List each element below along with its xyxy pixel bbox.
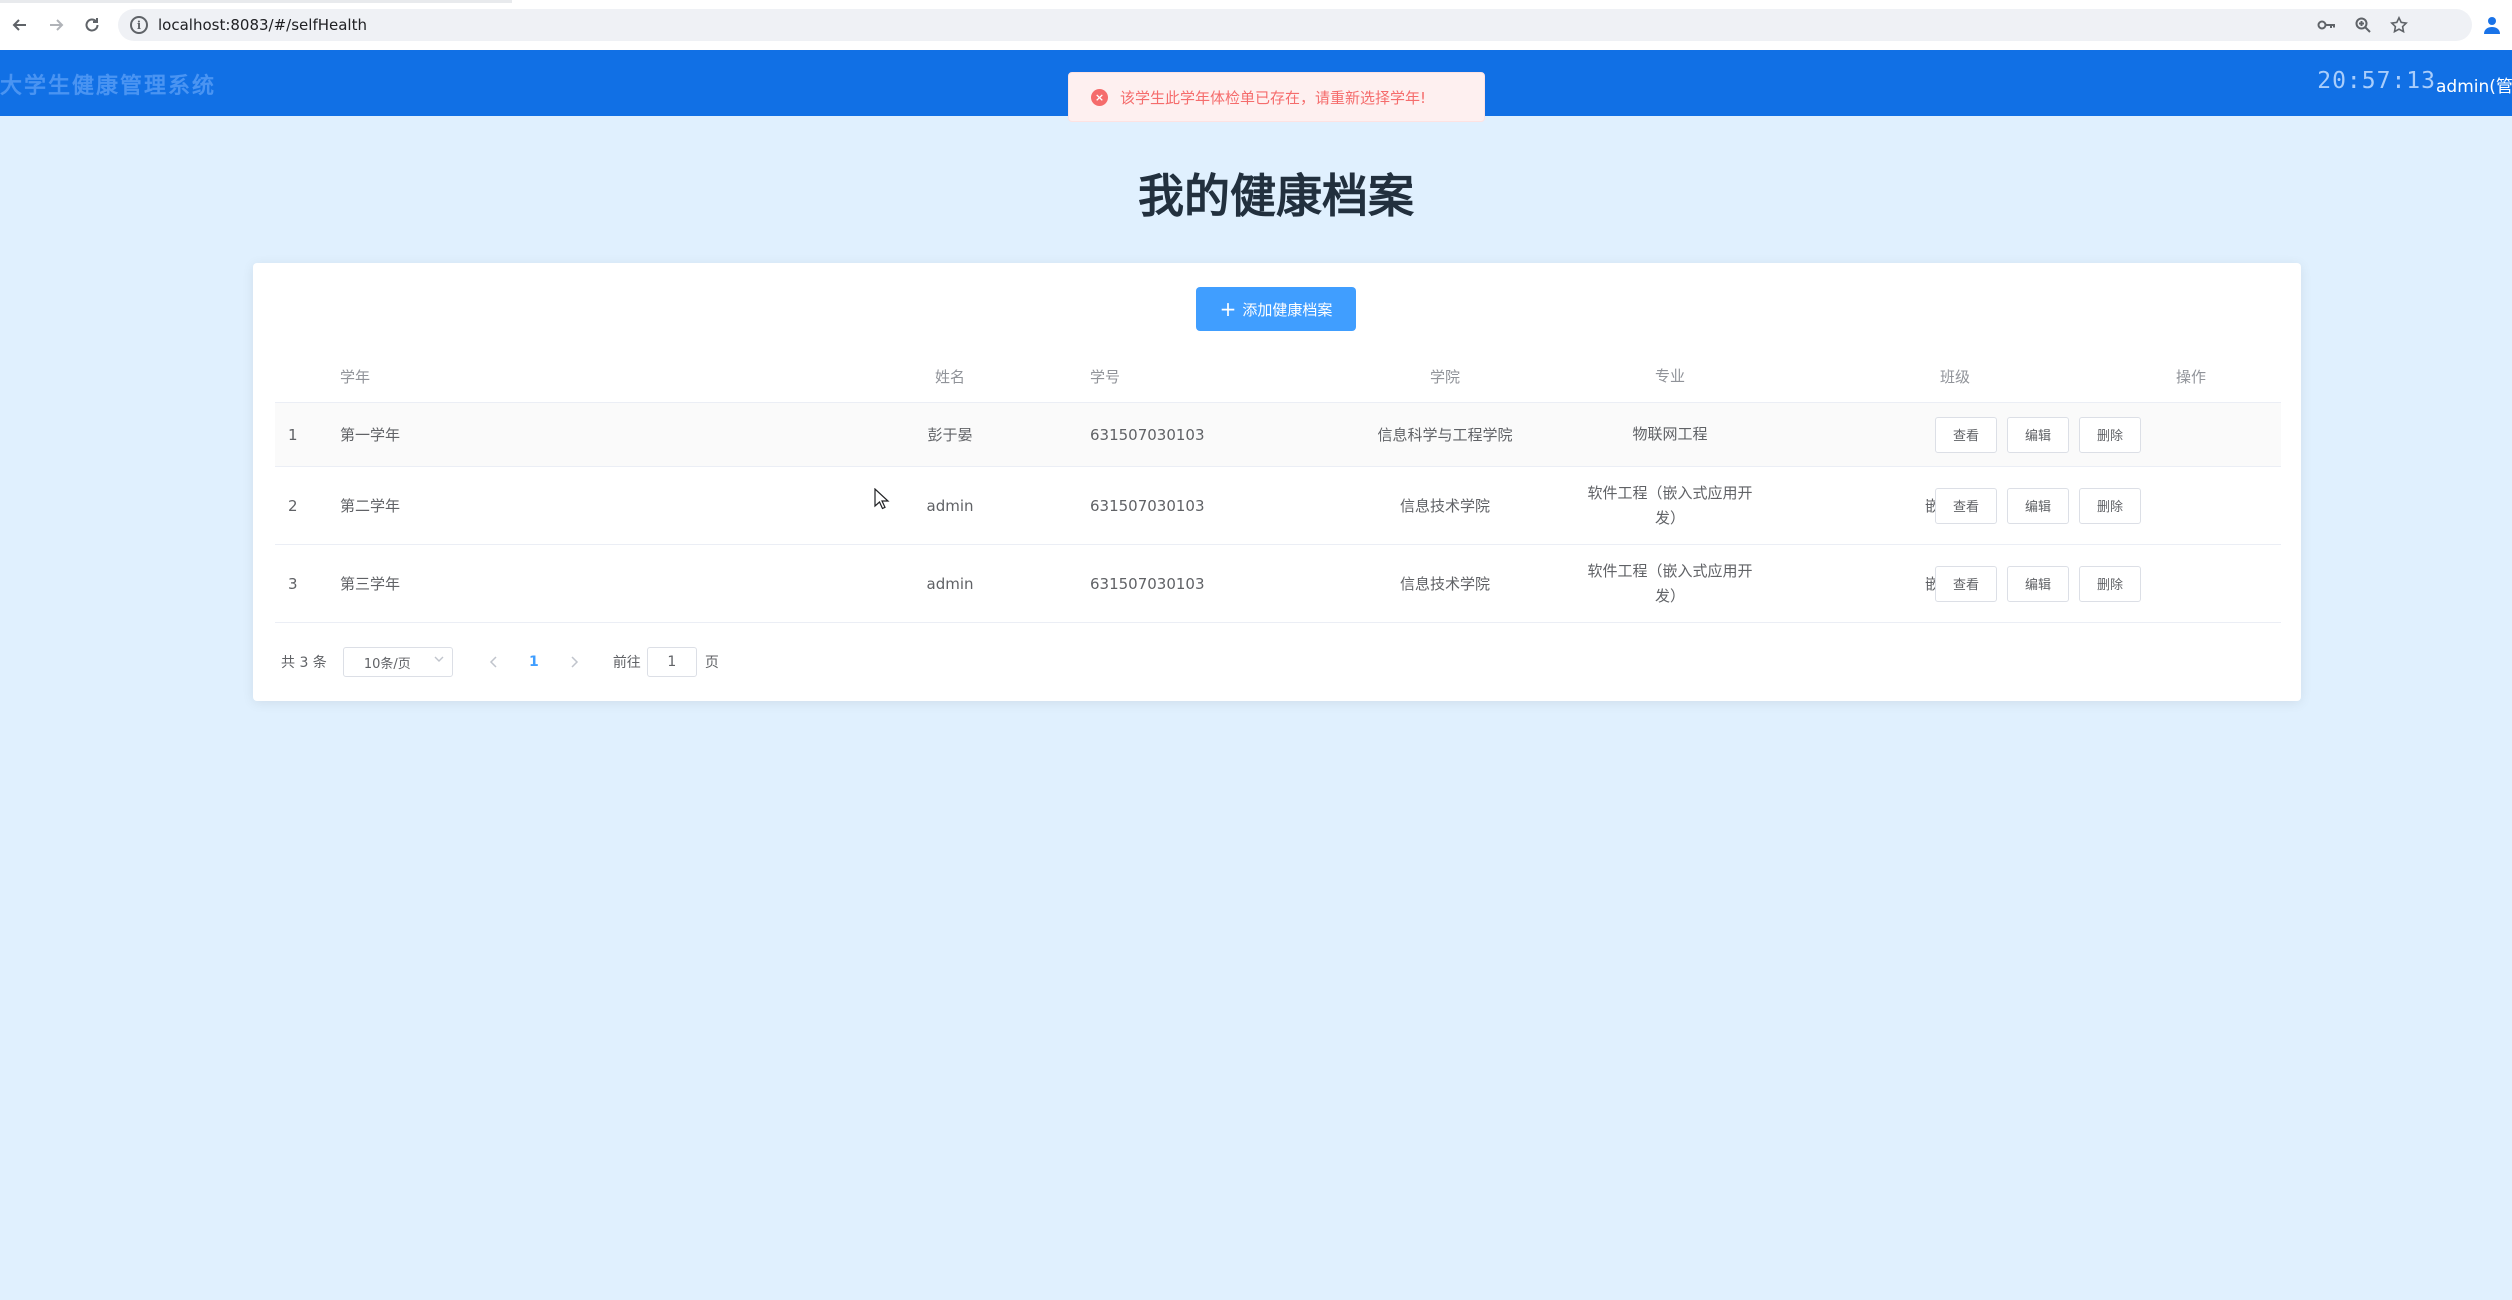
table-header: 学年 姓名 学号 学院 专业 班级 操作 — [275, 351, 2281, 403]
row-major-line2: 发） — [1654, 586, 1685, 605]
back-icon — [12, 19, 26, 31]
table-row: 3 第三学年 admin 631507030103 信息技术学院 软件工程（嵌入… — [275, 545, 2281, 623]
row-college: 信息技术学院 — [1399, 497, 1490, 515]
row-index: 3 — [288, 574, 298, 593]
clock: 20:57:13 — [2317, 68, 2436, 94]
pagination: 共 3 条 10条/页 1 前往 1 页 — [281, 647, 719, 677]
row-name: admin — [926, 574, 974, 593]
records-card: + 添加健康档案 学年 姓名 学号 学院 专业 班级 操作 1 第一学年 彭于晏… — [253, 263, 2301, 701]
star-icon[interactable] — [2388, 14, 2410, 36]
forward-button[interactable] — [38, 7, 74, 43]
prev-page-button[interactable] — [479, 653, 509, 672]
add-record-button[interactable]: + 添加健康档案 — [1196, 287, 1356, 331]
th-name[interactable]: 姓名 — [875, 351, 1025, 402]
forward-icon — [50, 19, 64, 31]
row-student-id: 631507030103 — [1090, 574, 1205, 593]
row-index: 2 — [288, 496, 298, 515]
address-bar[interactable]: i localhost:8083/#/selfHealth — [118, 9, 2472, 41]
next-page-button[interactable] — [559, 653, 589, 672]
th-major[interactable]: 专业 — [1580, 351, 1760, 402]
goto-suffix: 页 — [704, 655, 719, 671]
table-row: 2 第二学年 admin 631507030103 信息技术学院 软件工程（嵌入… — [275, 467, 2281, 545]
row-year: 第一学年 — [340, 426, 401, 444]
th-actions: 操作 — [2175, 368, 2206, 386]
page-size-value: 10条/页 — [363, 656, 411, 672]
row-major: 软件工程（嵌入式应用开 发） — [1580, 545, 1760, 622]
chevron-down-icon — [434, 654, 444, 667]
reload-button[interactable] — [74, 7, 110, 43]
row-year: 第二学年 — [340, 497, 401, 515]
profile-icon[interactable] — [2480, 13, 2504, 37]
records-table: 学年 姓名 学号 学院 专业 班级 操作 1 第一学年 彭于晏 63150703… — [275, 351, 2281, 623]
delete-button[interactable]: 删除 — [2079, 565, 2141, 602]
row-year: 第三学年 — [340, 575, 401, 593]
row-college: 信息技术学院 — [1399, 575, 1490, 593]
chevron-left-icon — [489, 655, 497, 668]
plus-icon: + — [1219, 297, 1237, 321]
row-major-line1: 物联网工程 — [1632, 425, 1708, 443]
error-toast: × 该学生此学年体检单已存在，请重新选择学年! — [1068, 72, 1485, 122]
page-size-select[interactable]: 10条/页 — [342, 647, 453, 677]
table-row: 1 第一学年 彭于晏 631507030103 信息科学与工程学院 物联网工程 … — [275, 403, 2281, 467]
row-major-line2: 发） — [1654, 508, 1685, 527]
edit-button[interactable]: 编辑 — [2007, 416, 2069, 453]
row-actions: 查看 编辑 删除 — [1935, 403, 2141, 466]
loading-bar — [0, 0, 512, 3]
row-major: 物联网工程 — [1580, 403, 1760, 466]
th-year[interactable]: 学年 — [340, 351, 540, 402]
user-menu[interactable]: admin(管理 — [2436, 72, 2512, 97]
view-button[interactable]: 查看 — [1935, 565, 1997, 602]
row-index: 1 — [288, 425, 298, 444]
close-circle-icon: × — [1091, 88, 1108, 106]
row-actions: 查看 编辑 删除 — [1935, 467, 2141, 544]
row-name: 彭于晏 — [927, 426, 973, 444]
th-college[interactable]: 学院 — [1335, 351, 1555, 402]
url-text[interactable]: localhost:8083/#/selfHealth — [158, 16, 367, 34]
th-student-id[interactable]: 学号 — [1090, 351, 1270, 402]
row-college: 信息科学与工程学院 — [1377, 426, 1513, 444]
app-title: 大学生健康管理系统 — [0, 74, 217, 99]
row-major-line1: 软件工程（嵌入式应用开 — [1587, 561, 1753, 580]
zoom-icon[interactable] — [2352, 14, 2374, 36]
row-student-id: 631507030103 — [1090, 496, 1205, 515]
toast-message: 该学生此学年体检单已存在，请重新选择学年! — [1120, 88, 1427, 107]
chevron-right-icon — [571, 655, 578, 668]
pagination-total: 共 3 条 — [281, 655, 327, 671]
view-button[interactable]: 查看 — [1935, 416, 1997, 453]
view-button[interactable]: 查看 — [1935, 487, 1997, 524]
back-button[interactable] — [2, 7, 38, 43]
row-student-id: 631507030103 — [1090, 425, 1205, 444]
row-major: 软件工程（嵌入式应用开 发） — [1580, 467, 1760, 544]
th-class[interactable]: 班级 — [1875, 351, 2035, 402]
add-record-label: 添加健康档案 — [1242, 300, 1333, 319]
page-title: 我的健康档案 — [1138, 169, 1414, 223]
reload-icon — [85, 18, 99, 32]
key-icon[interactable] — [2316, 14, 2338, 36]
edit-button[interactable]: 编辑 — [2007, 565, 2069, 602]
delete-button[interactable]: 删除 — [2079, 416, 2141, 453]
browser-toolbar: i localhost:8083/#/selfHealth — [0, 0, 2512, 50]
edit-button[interactable]: 编辑 — [2007, 487, 2069, 524]
goto-page-input[interactable]: 1 — [646, 647, 697, 677]
goto-label: 前往 — [612, 655, 641, 671]
row-name: admin — [926, 496, 974, 515]
page-number-current[interactable]: 1 — [509, 654, 559, 670]
mouse-cursor-icon — [874, 488, 890, 510]
row-actions: 查看 编辑 删除 — [1935, 545, 2141, 622]
row-major-line1: 软件工程（嵌入式应用开 — [1587, 483, 1753, 502]
delete-button[interactable]: 删除 — [2079, 487, 2141, 524]
info-icon[interactable]: i — [130, 16, 148, 34]
